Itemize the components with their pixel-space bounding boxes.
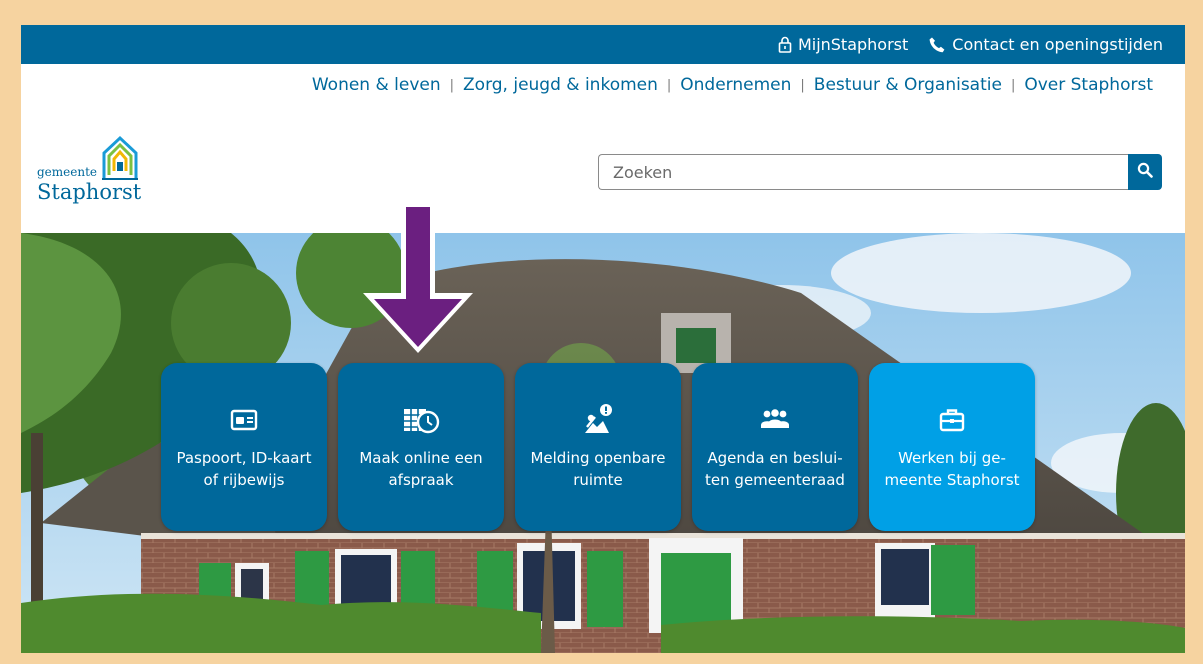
report-issue-icon xyxy=(515,403,681,437)
nav-separator: | xyxy=(800,77,805,93)
lock-icon xyxy=(778,36,792,53)
tile-jobs-line2: meente Staphorst xyxy=(884,471,1020,489)
contact-label: Contact en openingstijden xyxy=(952,35,1163,54)
nav-item-wonen[interactable]: Wonen & leven xyxy=(312,75,441,95)
tile-report[interactable]: Melding openbare ruimte xyxy=(515,363,681,531)
id-card-icon xyxy=(161,403,327,437)
nav-item-over[interactable]: Over Staphorst xyxy=(1024,75,1153,95)
tile-council[interactable]: Agenda en beslui- ten gemeenteraad xyxy=(692,363,858,531)
search-input[interactable] xyxy=(598,154,1128,190)
mijnstaphorst-link[interactable]: MijnStaphorst xyxy=(778,35,908,54)
logo-house-icon xyxy=(102,135,138,180)
tile-council-line2: ten gemeenteraad xyxy=(705,471,845,489)
phone-icon xyxy=(928,36,946,54)
tile-jobs[interactable]: Werken bij ge- meente Staphorst xyxy=(869,363,1035,531)
nav-item-bestuur[interactable]: Bestuur & Organisatie xyxy=(814,75,1002,95)
tile-appointment-line1: Maak online een xyxy=(359,449,483,467)
site-logo[interactable]: gemeente Staphorst xyxy=(37,135,167,210)
tile-council-line1: Agenda en beslui- xyxy=(707,449,843,467)
hero-banner: Paspoort, ID-kaart of rijbewijs Maak onl… xyxy=(21,233,1185,653)
tile-passport-line2: of rijbewijs xyxy=(203,471,285,489)
main-nav: Wonen & leven | Zorg, jeugd & inkomen | … xyxy=(312,75,1153,95)
tile-appointment-line2: afspraak xyxy=(388,471,454,489)
nav-item-zorg[interactable]: Zorg, jeugd & inkomen xyxy=(463,75,658,95)
logo-text-staphorst: Staphorst xyxy=(37,180,142,204)
tile-passport[interactable]: Paspoort, ID-kaart of rijbewijs xyxy=(161,363,327,531)
people-icon xyxy=(692,403,858,437)
utility-bar: MijnStaphorst Contact en openingstijden xyxy=(21,25,1185,64)
tile-jobs-line1: Werken bij ge- xyxy=(898,449,1006,467)
contact-link[interactable]: Contact en openingstijden xyxy=(928,35,1163,54)
search-form xyxy=(598,154,1162,190)
calendar-clock-icon xyxy=(338,403,504,437)
logo-text-gemeente: gemeente xyxy=(37,165,98,179)
search-button[interactable] xyxy=(1128,154,1162,190)
tile-appointment[interactable]: Maak online een afspraak xyxy=(338,363,504,531)
nav-item-ondernemen[interactable]: Ondernemen xyxy=(680,75,791,95)
briefcase-icon xyxy=(869,403,1035,437)
browser-viewport: MijnStaphorst Contact en openingstijden … xyxy=(21,25,1185,653)
tile-passport-line1: Paspoort, ID-kaart xyxy=(176,449,312,467)
tile-report-line2: ruimte xyxy=(573,471,623,489)
nav-separator: | xyxy=(449,77,455,93)
down-arrow-icon xyxy=(361,201,481,365)
search-icon xyxy=(1137,162,1153,182)
mijnstaphorst-label: MijnStaphorst xyxy=(797,35,909,54)
nav-separator: | xyxy=(666,77,672,93)
nav-separator: | xyxy=(1010,77,1016,93)
tile-report-line1: Melding openbare xyxy=(530,449,666,467)
